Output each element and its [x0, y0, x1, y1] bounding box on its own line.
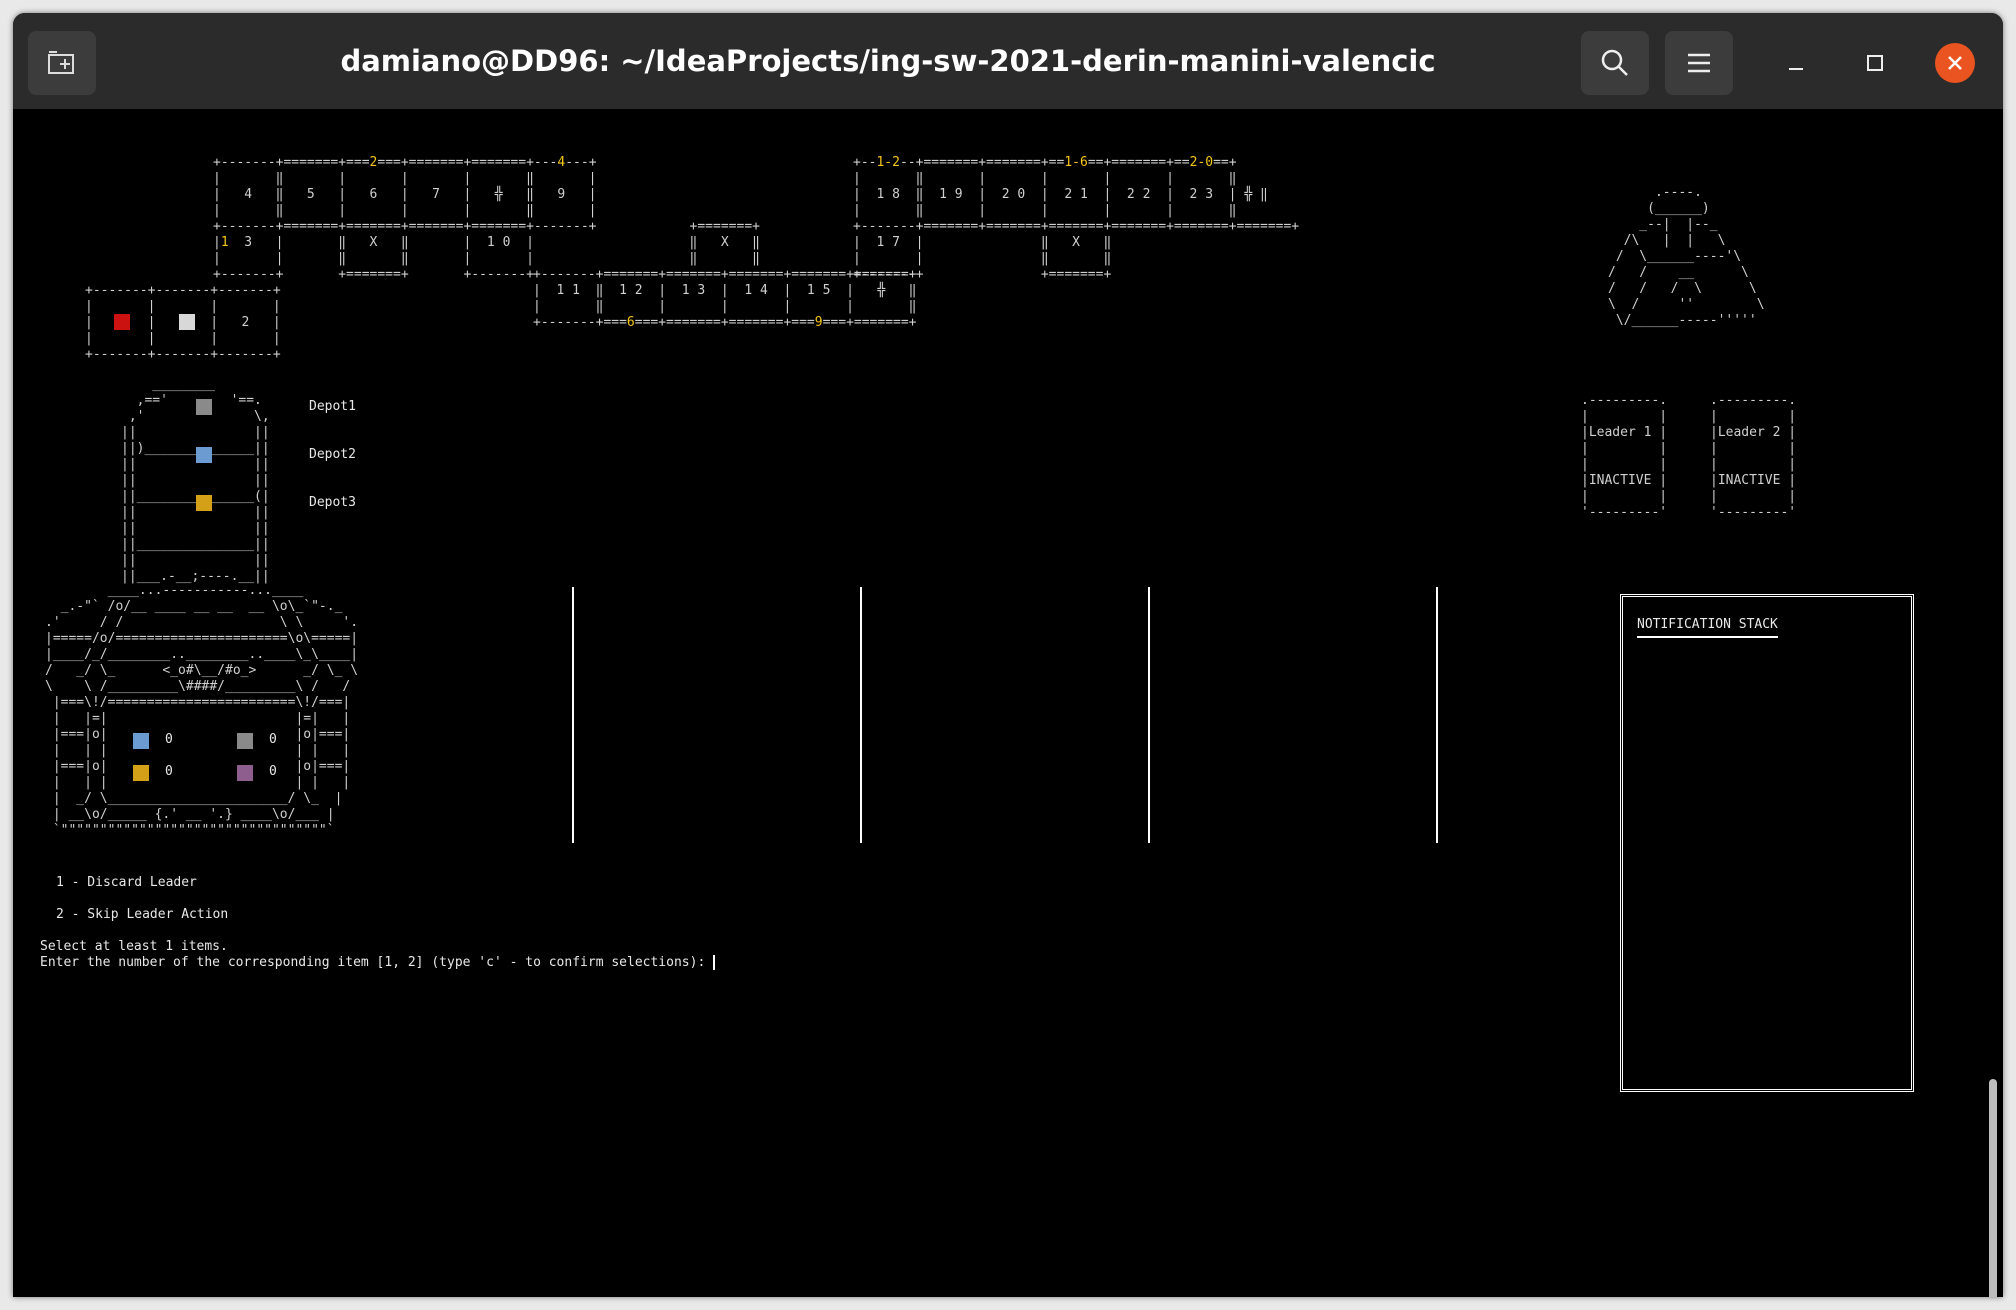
prompt-input-line[interactable]: Enter the number of the corresponding it… [40, 955, 716, 970]
prompt-instruction: Select at least 1 items. [40, 939, 228, 954]
search-icon [1601, 49, 1628, 76]
strongbox-resource-purple [237, 765, 253, 781]
strongbox-resource-blue [133, 733, 149, 749]
depot2-resource [196, 447, 212, 463]
strongbox-resource-yellow [133, 765, 149, 781]
terminal-window: damiano@DD96: ~/IdeaProjects/ing-sw-2021… [13, 13, 2003, 1297]
maximize-button[interactable] [1855, 43, 1895, 83]
depot1-label: Depot1 [309, 399, 356, 414]
text-cursor [713, 955, 716, 970]
strongbox-resource-grey [237, 733, 253, 749]
maximize-icon [1867, 55, 1883, 71]
new-tab-icon [48, 51, 74, 74]
notification-stack: NOTIFICATION STACK [1620, 594, 1914, 1092]
inkwell-art: .----. (______) _--| |--_ /\ | | \ / \__… [1608, 185, 1765, 328]
strongbox-count-blue: 0 [165, 732, 173, 747]
strongbox-count-yellow: 0 [165, 764, 173, 779]
option-skip-leader-action[interactable]: 2 - Skip Leader Action [56, 907, 228, 922]
minimize-icon [1789, 68, 1803, 70]
pope-favor-tile-inactive [179, 314, 195, 330]
card-slot-divider [572, 587, 574, 843]
close-icon [1948, 56, 1962, 70]
depot3-resource [196, 495, 212, 511]
window-title: damiano@DD96: ~/IdeaProjects/ing-sw-2021… [340, 44, 1436, 78]
depot2-label: Depot2 [309, 447, 356, 462]
title-bar: damiano@DD96: ~/IdeaProjects/ing-sw-2021… [13, 13, 2003, 109]
notification-stack-title: NOTIFICATION STACK [1637, 617, 1778, 638]
faith-track-right: +--1-2--+=======+=======+==1-6==+=======… [853, 155, 1300, 282]
leader-card-2: .---------. | | |Leader 2 | | | | | |INA… [1710, 393, 1797, 520]
leader-card-1: .---------. | | |Leader 1 | | | | | |INA… [1581, 393, 1668, 520]
search-button[interactable] [1581, 31, 1649, 95]
close-button[interactable] [1935, 43, 1975, 83]
depot3-label: Depot3 [309, 495, 356, 510]
terminal-content[interactable]: +-------+=======+===2===+=======+=======… [13, 109, 2003, 1297]
card-slot-divider [1148, 587, 1150, 843]
new-tab-button[interactable] [28, 31, 96, 95]
scrollbar[interactable] [1989, 1079, 1997, 1297]
depot1-resource [196, 399, 212, 415]
minimize-button[interactable] [1776, 43, 1816, 83]
strongbox-count-grey: 0 [269, 732, 277, 747]
strongbox-art: ____...-----------...____ _.-"` /o/__ __… [45, 583, 359, 838]
option-discard-leader[interactable]: 1 - Discard Leader [56, 875, 197, 890]
card-slot-divider [860, 587, 862, 843]
prompt-text: Enter the number of the corresponding it… [40, 955, 714, 970]
hamburger-icon [1688, 53, 1710, 73]
pope-favor-tile-active [114, 314, 130, 330]
menu-button[interactable] [1665, 31, 1733, 95]
card-slot-divider [1436, 587, 1438, 843]
strongbox-count-purple: 0 [269, 764, 277, 779]
